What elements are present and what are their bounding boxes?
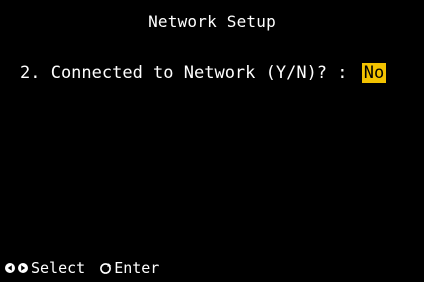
- right-arrow-icon[interactable]: [17, 262, 29, 274]
- enter-icon[interactable]: [99, 262, 112, 275]
- select-label: Select: [31, 259, 86, 277]
- network-connected-prompt: 2. Connected to Network (Y/N)? : No: [20, 63, 387, 83]
- enter-label: Enter: [114, 259, 160, 277]
- network-setup-screen: Network Setup 2. Connected to Network (Y…: [0, 0, 424, 282]
- screen-title: Network Setup: [148, 12, 276, 31]
- footer-controls: Select Enter: [4, 259, 159, 277]
- left-arrow-icon[interactable]: [4, 262, 16, 274]
- connected-value-option[interactable]: No: [361, 63, 387, 83]
- prompt-text: 2. Connected to Network (Y/N)? :: [20, 63, 348, 83]
